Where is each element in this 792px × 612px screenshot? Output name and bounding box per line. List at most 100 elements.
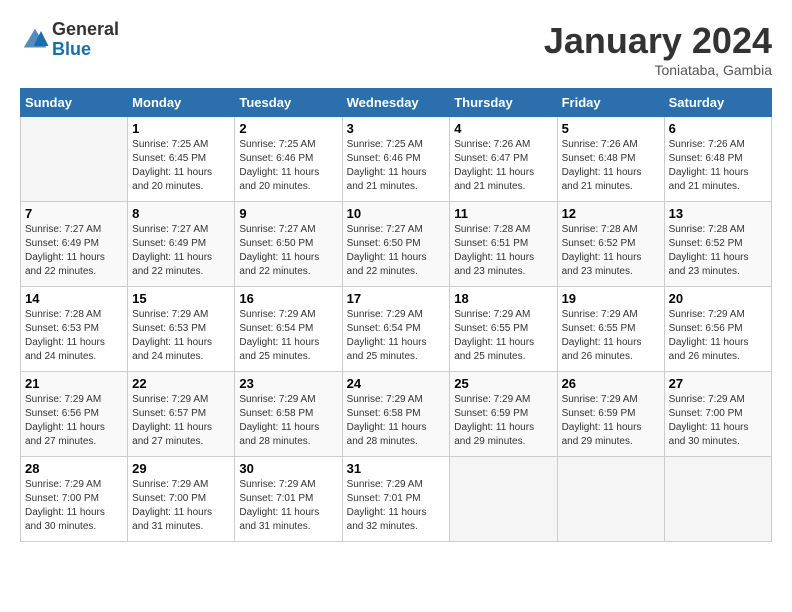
day-info: Sunrise: 7:28 AM Sunset: 6:52 PM Dayligh… [669,223,767,279]
day-info: Sunrise: 7:29 AM Sunset: 6:56 PM Dayligh… [669,308,767,364]
table-row: 3Sunrise: 7:25 AM Sunset: 6:46 PM Daylig… [342,117,450,202]
table-row: 17 Sunrise: 7:29 AM Sunset: 6:54 PM Dayli… [342,287,450,372]
day-number: 5 [562,121,660,136]
day-number: 23 [239,376,337,391]
month-title: January 2024 [544,20,772,62]
calendar-header-tuesday: Tuesday [235,89,342,117]
day-number: 1 [132,121,230,136]
table-row: 5Sunrise: 7:26 AM Sunset: 6:48 PM Daylig… [557,117,664,202]
table-row: 20Sunrise: 7:29 AM Sunset: 6:56 PM Dayli… [664,287,771,372]
day-info: Sunrise: 7:29 AM Sunset: 6:55 PM Dayligh… [454,308,552,364]
table-row: 1 Sunrise: 7:25 AM Sunset: 6:45 PM Daylig… [128,117,235,202]
day-number: 27 [669,376,767,391]
table-row: 13 Sunrise: 7:28 AM Sunset: 6:52 PM Dayli… [664,202,771,287]
day-info: Sunrise: 7:29 AM Sunset: 6:55 PM Dayligh… [562,308,660,364]
day-number: 24 [347,376,446,391]
calendar-header-sunday: Sunday [21,89,128,117]
day-info: Sunrise: 7:27 AM Sunset: 6:49 PM Dayligh… [25,223,123,279]
day-info: Sunrise: 7:29 AM Sunset: 7:00 PM Dayligh… [669,393,767,449]
logo-text: General Blue [52,20,119,60]
day-number: 30 [239,461,337,476]
day-number: 7 [25,206,123,221]
day-number: 10 [347,206,446,221]
day-info: Sunrise: 7:28 AM Sunset: 6:51 PM Dayligh… [454,223,552,279]
table-row: 11 Sunrise: 7:28 AM Sunset: 6:51 PM Dayli… [450,202,557,287]
logo-icon [20,25,50,55]
day-info: Sunrise: 7:27 AM Sunset: 6:50 PM Dayligh… [347,223,446,279]
table-row: 29Sunrise: 7:29 AM Sunset: 7:00 PM Dayli… [128,457,235,542]
calendar-header-friday: Friday [557,89,664,117]
table-row: 2Sunrise: 7:25 AM Sunset: 6:46 PM Daylig… [235,117,342,202]
calendar-week-3: 14 Sunrise: 7:28 AM Sunset: 6:53 PM Dayli… [21,287,772,372]
day-info: Sunrise: 7:29 AM Sunset: 6:53 PM Dayligh… [132,308,230,364]
day-info: Sunrise: 7:29 AM Sunset: 6:58 PM Dayligh… [347,393,446,449]
day-number: 12 [562,206,660,221]
location: Toniataba, Gambia [544,62,772,78]
day-number: 29 [132,461,230,476]
table-row: 25 Sunrise: 7:29 AM Sunset: 6:59 PM Dayli… [450,372,557,457]
day-number: 21 [25,376,123,391]
table-row: 30 Sunrise: 7:29 AM Sunset: 7:01 PM Dayli… [235,457,342,542]
day-number: 18 [454,291,552,306]
table-row: 26 Sunrise: 7:29 AM Sunset: 6:59 PM Dayli… [557,372,664,457]
table-row [664,457,771,542]
day-number: 26 [562,376,660,391]
table-row [450,457,557,542]
calendar-week-5: 28Sunrise: 7:29 AM Sunset: 7:00 PM Dayli… [21,457,772,542]
table-row: 4Sunrise: 7:26 AM Sunset: 6:47 PM Daylig… [450,117,557,202]
day-number: 25 [454,376,552,391]
day-info: Sunrise: 7:29 AM Sunset: 7:01 PM Dayligh… [239,478,337,534]
day-info: Sunrise: 7:27 AM Sunset: 6:49 PM Dayligh… [132,223,230,279]
day-info: Sunrise: 7:29 AM Sunset: 6:58 PM Dayligh… [239,393,337,449]
calendar-header-saturday: Saturday [664,89,771,117]
day-number: 17 [347,291,446,306]
table-row: 27 Sunrise: 7:29 AM Sunset: 7:00 PM Dayli… [664,372,771,457]
title-area: January 2024 Toniataba, Gambia [544,20,772,78]
logo-blue: Blue [52,40,119,60]
day-info: Sunrise: 7:29 AM Sunset: 6:59 PM Dayligh… [454,393,552,449]
calendar-week-1: 1 Sunrise: 7:25 AM Sunset: 6:45 PM Daylig… [21,117,772,202]
day-info: Sunrise: 7:29 AM Sunset: 6:59 PM Dayligh… [562,393,660,449]
table-row: 14 Sunrise: 7:28 AM Sunset: 6:53 PM Dayli… [21,287,128,372]
day-number: 2 [239,121,337,136]
day-number: 31 [347,461,446,476]
day-number: 16 [239,291,337,306]
logo-general: General [52,20,119,40]
day-number: 6 [669,121,767,136]
table-row: 24 Sunrise: 7:29 AM Sunset: 6:58 PM Dayli… [342,372,450,457]
day-info: Sunrise: 7:28 AM Sunset: 6:52 PM Dayligh… [562,223,660,279]
table-row: 31Sunrise: 7:29 AM Sunset: 7:01 PM Dayli… [342,457,450,542]
day-info: Sunrise: 7:29 AM Sunset: 6:56 PM Dayligh… [25,393,123,449]
day-info: Sunrise: 7:29 AM Sunset: 6:54 PM Dayligh… [347,308,446,364]
day-number: 13 [669,206,767,221]
logo: General Blue [20,20,119,60]
page-header: General Blue January 2024 Toniataba, Gam… [20,20,772,78]
calendar-week-2: 7 Sunrise: 7:27 AM Sunset: 6:49 PM Daylig… [21,202,772,287]
day-info: Sunrise: 7:29 AM Sunset: 6:54 PM Dayligh… [239,308,337,364]
table-row: 12 Sunrise: 7:28 AM Sunset: 6:52 PM Dayli… [557,202,664,287]
table-row: 23 Sunrise: 7:29 AM Sunset: 6:58 PM Dayli… [235,372,342,457]
day-number: 11 [454,206,552,221]
table-row: 6Sunrise: 7:26 AM Sunset: 6:48 PM Daylig… [664,117,771,202]
calendar-header-monday: Monday [128,89,235,117]
table-row [21,117,128,202]
day-info: Sunrise: 7:25 AM Sunset: 6:46 PM Dayligh… [347,138,446,194]
table-row: 10 Sunrise: 7:27 AM Sunset: 6:50 PM Dayli… [342,202,450,287]
day-info: Sunrise: 7:29 AM Sunset: 7:00 PM Dayligh… [25,478,123,534]
day-info: Sunrise: 7:25 AM Sunset: 6:45 PM Dayligh… [132,138,230,194]
day-number: 14 [25,291,123,306]
calendar-header-wednesday: Wednesday [342,89,450,117]
day-info: Sunrise: 7:28 AM Sunset: 6:53 PM Dayligh… [25,308,123,364]
calendar-header-row: SundayMondayTuesdayWednesdayThursdayFrid… [21,89,772,117]
day-info: Sunrise: 7:27 AM Sunset: 6:50 PM Dayligh… [239,223,337,279]
day-number: 19 [562,291,660,306]
calendar-table: SundayMondayTuesdayWednesdayThursdayFrid… [20,88,772,542]
table-row: 19 Sunrise: 7:29 AM Sunset: 6:55 PM Dayli… [557,287,664,372]
day-number: 9 [239,206,337,221]
table-row: 16 Sunrise: 7:29 AM Sunset: 6:54 PM Dayli… [235,287,342,372]
table-row: 18 Sunrise: 7:29 AM Sunset: 6:55 PM Dayli… [450,287,557,372]
table-row: 15Sunrise: 7:29 AM Sunset: 6:53 PM Dayli… [128,287,235,372]
day-number: 4 [454,121,552,136]
day-number: 22 [132,376,230,391]
table-row [557,457,664,542]
